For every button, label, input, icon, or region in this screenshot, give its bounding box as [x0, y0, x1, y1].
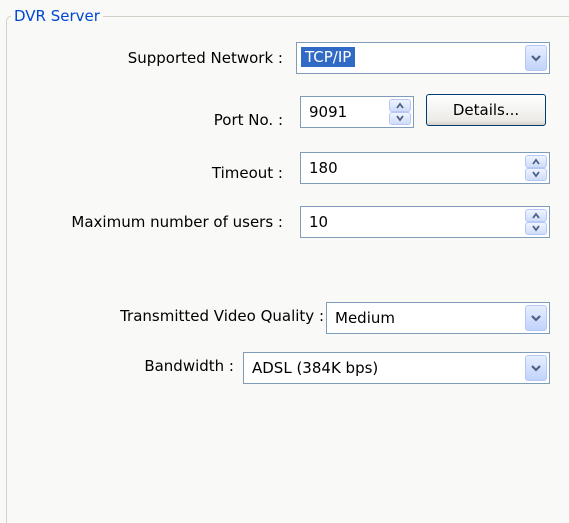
- port-value: 9091: [309, 103, 348, 121]
- port-spin-control[interactable]: [389, 99, 411, 125]
- max-users-spinbox[interactable]: 10: [300, 206, 550, 238]
- max-users-spin-up-button[interactable]: [525, 209, 547, 222]
- spin-up-icon: [396, 102, 404, 109]
- bandwidth-value: ADSL (384K bps): [252, 359, 379, 377]
- details-button[interactable]: Details...: [426, 94, 546, 126]
- supported-network-dropdown-button[interactable]: [525, 45, 547, 71]
- supported-network-label: Supported Network :: [127, 49, 283, 67]
- spin-down-icon: [532, 225, 540, 232]
- timeout-label: Timeout :: [211, 164, 283, 182]
- chevron-down-icon: [531, 365, 541, 372]
- timeout-spin-control[interactable]: [525, 155, 547, 181]
- bandwidth-dropdown-button[interactable]: [525, 355, 547, 381]
- timeout-spin-down-button[interactable]: [525, 168, 547, 181]
- video-quality-value: Medium: [335, 309, 395, 327]
- port-spinbox[interactable]: 9091: [300, 96, 414, 128]
- spin-up-icon: [532, 212, 540, 219]
- dvr-server-panel: DVR Server Supported Network : TCP/IP Po…: [0, 0, 569, 523]
- supported-network-value: TCP/IP: [301, 47, 356, 67]
- max-users-label: Maximum number of users :: [71, 213, 283, 231]
- max-users-spin-control[interactable]: [525, 209, 547, 235]
- chevron-down-icon: [531, 55, 541, 62]
- dvr-server-groupbox: [6, 16, 569, 523]
- bandwidth-select[interactable]: ADSL (384K bps): [243, 352, 550, 384]
- max-users-spin-down-button[interactable]: [525, 222, 547, 235]
- timeout-value: 180: [309, 159, 338, 177]
- timeout-spin-up-button[interactable]: [525, 155, 547, 168]
- video-quality-select[interactable]: Medium: [326, 302, 550, 334]
- port-spin-down-button[interactable]: [389, 112, 411, 125]
- port-label: Port No. :: [213, 111, 283, 129]
- bandwidth-label: Bandwidth :: [144, 357, 234, 375]
- timeout-spinbox[interactable]: 180: [300, 152, 550, 184]
- spin-down-icon: [396, 115, 404, 122]
- supported-network-select[interactable]: TCP/IP: [296, 42, 550, 74]
- group-title: DVR Server: [11, 7, 103, 25]
- spin-up-icon: [532, 158, 540, 165]
- max-users-value: 10: [309, 213, 329, 231]
- spin-down-icon: [532, 171, 540, 178]
- video-quality-label: Transmitted Video Quality :: [120, 307, 324, 325]
- chevron-down-icon: [531, 315, 541, 322]
- video-quality-dropdown-button[interactable]: [525, 305, 547, 331]
- port-spin-up-button[interactable]: [389, 99, 411, 112]
